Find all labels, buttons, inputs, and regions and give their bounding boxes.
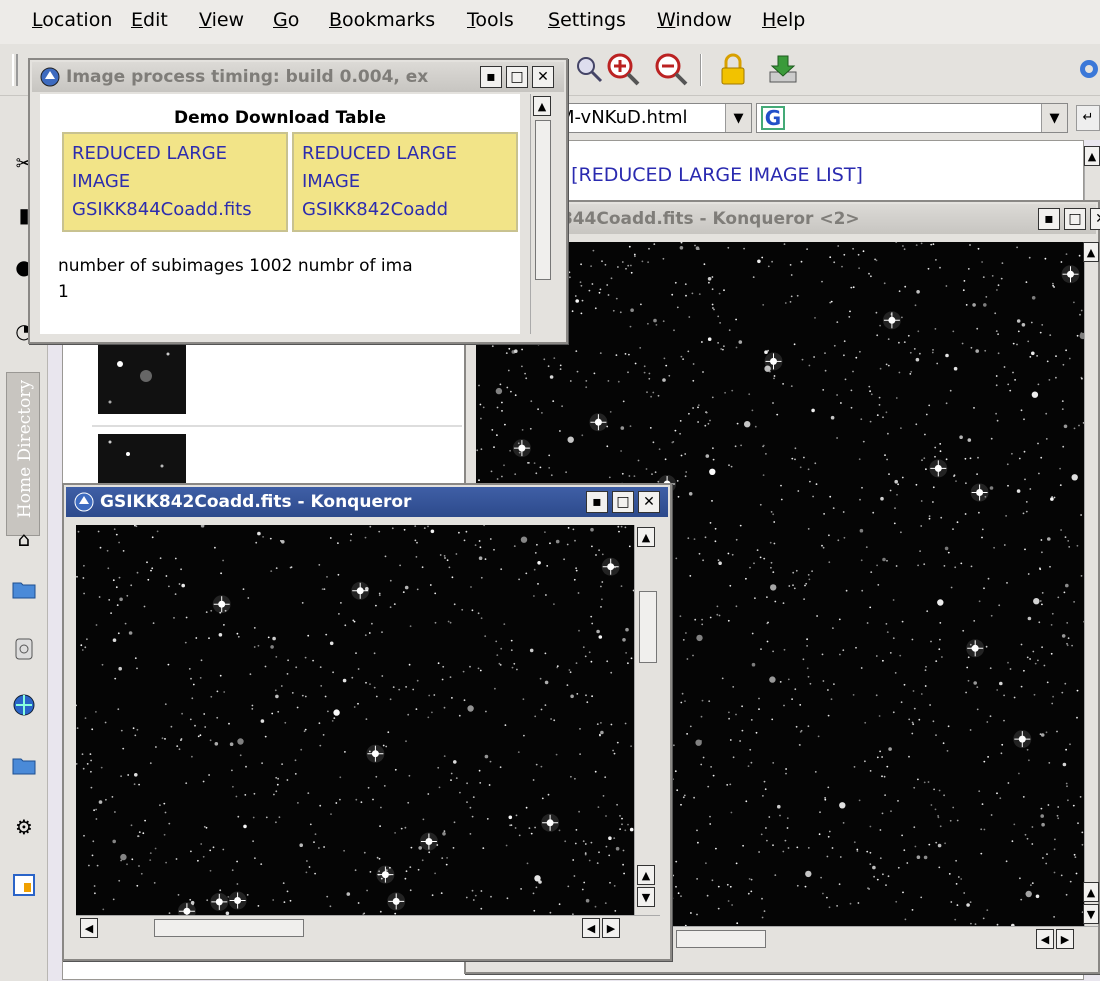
minimize-button[interactable]: ▪ — [586, 491, 608, 513]
url-text: M-vNKuD.html — [559, 107, 688, 128]
sidebar-services-icon[interactable]: ⚙ — [9, 812, 39, 842]
menu-location[interactable]: Location — [32, 9, 112, 31]
cell-line: IMAGE — [302, 171, 361, 192]
scroll-thumb[interactable] — [639, 591, 657, 663]
image-thumbnail[interactable] — [98, 342, 186, 414]
menu-go[interactable]: Go — [273, 9, 299, 31]
menu-bar: Location Edit View Go Bookmarks Tools Se… — [0, 0, 1100, 44]
scroll-up-arrow[interactable]: ▲ — [1083, 882, 1099, 902]
scroll-down-arrow[interactable]: ▼ — [637, 887, 655, 907]
window-image-process-timing: Image process timing: build 0.004, ex ▪ … — [28, 58, 568, 344]
scroll-up-arrow[interactable]: ▲ — [637, 865, 655, 885]
minimize-button[interactable]: ▪ — [1038, 208, 1060, 230]
konqueror-icon — [40, 67, 60, 87]
minimize-button[interactable]: ▪ — [480, 66, 502, 88]
lock-icon[interactable] — [714, 50, 752, 88]
sidebar-folder2-icon[interactable] — [9, 750, 39, 780]
window-title: Image process timing: build 0.004, ex — [66, 67, 429, 87]
sidebar-home-label: Home Directory — [15, 379, 35, 519]
settings-gear-icon[interactable] — [1070, 50, 1100, 88]
menu-bookmarks[interactable]: Bookmarks — [329, 9, 435, 31]
scroll-right-arrow[interactable]: ▶ — [1056, 929, 1074, 949]
close-button[interactable]: ✕ — [532, 66, 554, 88]
konqueror-icon — [74, 492, 94, 512]
download-icon[interactable] — [764, 50, 802, 88]
menu-window[interactable]: Window — [657, 9, 732, 31]
menu-edit[interactable]: Edit — [131, 9, 168, 31]
scroll-left-arrow[interactable]: ◀ — [1036, 929, 1054, 949]
vertical-scrollbar[interactable]: ▲ ▲ ▼ — [1083, 242, 1099, 926]
menu-view[interactable]: View — [199, 9, 244, 31]
toolbar-handle[interactable] — [12, 54, 18, 86]
reduced-large-image-list-link[interactable]: o] [REDUCED LARGE IMAGE LIST] — [546, 164, 863, 186]
scroll-left-arrow[interactable]: ◀ — [80, 918, 98, 938]
zoom-out-icon[interactable] — [652, 50, 690, 88]
row-divider — [92, 425, 462, 427]
titlebar-gsikk842[interactable]: GSIKK842Coadd.fits - Konqueror ▪ □ ✕ — [66, 487, 668, 517]
sidebar-device-icon[interactable] — [9, 634, 39, 664]
sidebar-folder-icon[interactable] — [9, 574, 39, 604]
titlebar-image-process-timing[interactable]: Image process timing: build 0.004, ex ▪ … — [32, 62, 564, 92]
sidebar-home-icon[interactable]: ⌂ — [9, 524, 39, 554]
horizontal-scrollbar[interactable]: ◀ ◀ ▶ — [76, 915, 660, 941]
window-gsikk842: GSIKK842Coadd.fits - Konqueror ▪ □ ✕ ▲ ▲… — [62, 483, 672, 961]
subimages-tail-text: 1 — [58, 282, 69, 302]
scroll-up-arrow[interactable]: ▲ — [1083, 242, 1099, 262]
search-field[interactable]: G ▼ — [756, 103, 1068, 133]
go-button[interactable]: ↵ — [1076, 105, 1100, 131]
maximize-button[interactable]: □ — [1064, 208, 1086, 230]
fits-image-842[interactable] — [76, 525, 634, 915]
maximize-button[interactable]: □ — [612, 491, 634, 513]
scroll-right-arrow[interactable]: ▶ — [602, 918, 620, 938]
sidebar-network-icon[interactable] — [9, 690, 39, 720]
subimages-count-text: number of subimages 1002 numbr of ima — [58, 256, 413, 276]
scroll-down-arrow[interactable]: ▼ — [1083, 904, 1099, 924]
cell-line: GSIKK842Coadd — [302, 199, 449, 220]
menu-tools[interactable]: Tools — [467, 9, 514, 31]
url-field[interactable]: M-vNKuD.html ▼ — [540, 103, 752, 133]
scroll-thumb[interactable] — [676, 930, 766, 948]
scroll-up-arrow[interactable]: ▲ — [637, 527, 655, 547]
scroll-thumb[interactable] — [535, 120, 551, 280]
cell-line: GSIKK844Coadd.fits — [72, 199, 252, 220]
table-cell-gsikk842[interactable]: REDUCED LARGE IMAGE GSIKK842Coadd — [292, 132, 518, 232]
google-logo-icon: G — [761, 106, 785, 130]
scroll-up-arrow[interactable]: ▲ — [533, 96, 551, 116]
menu-settings[interactable]: Settings — [548, 9, 626, 31]
cell-line: REDUCED LARGE — [302, 143, 458, 164]
table-cell-gsikk844[interactable]: REDUCED LARGE IMAGE GSIKK844Coadd.fits — [62, 132, 288, 232]
scroll-left-arrow[interactable]: ◀ — [582, 918, 600, 938]
maximize-button[interactable]: □ — [506, 66, 528, 88]
image-thumbnail[interactable] — [98, 434, 186, 484]
scroll-thumb[interactable] — [154, 919, 304, 937]
sidebar-applications-icon[interactable] — [9, 870, 39, 900]
find-icon[interactable] — [570, 50, 608, 88]
vertical-scrollbar[interactable]: ▲ ▲ ▼ — [634, 525, 660, 915]
url-dropdown-arrow[interactable]: ▼ — [725, 104, 751, 132]
close-button[interactable]: ✕ — [638, 491, 660, 513]
sidebar-tab-home-directory[interactable]: Home Directory — [6, 372, 40, 536]
window-title: GSIKK842Coadd.fits - Konqueror — [100, 492, 412, 512]
demo-download-table-heading: Demo Download Table — [173, 108, 387, 128]
demo-page-content: Demo Download Table REDUCED LARGE IMAGE … — [40, 94, 520, 334]
menu-help[interactable]: Help — [762, 9, 805, 31]
cell-line: REDUCED LARGE — [72, 143, 228, 164]
close-button[interactable]: ✕ — [1090, 208, 1100, 230]
scroll-up-arrow[interactable]: ▲ — [1084, 146, 1100, 166]
cell-line: IMAGE — [72, 171, 131, 192]
zoom-in-icon[interactable] — [604, 50, 642, 88]
toolbar-separator — [700, 54, 702, 86]
search-dropdown-arrow[interactable]: ▼ — [1041, 104, 1067, 132]
vertical-scrollbar[interactable]: ▲ — [530, 94, 556, 334]
